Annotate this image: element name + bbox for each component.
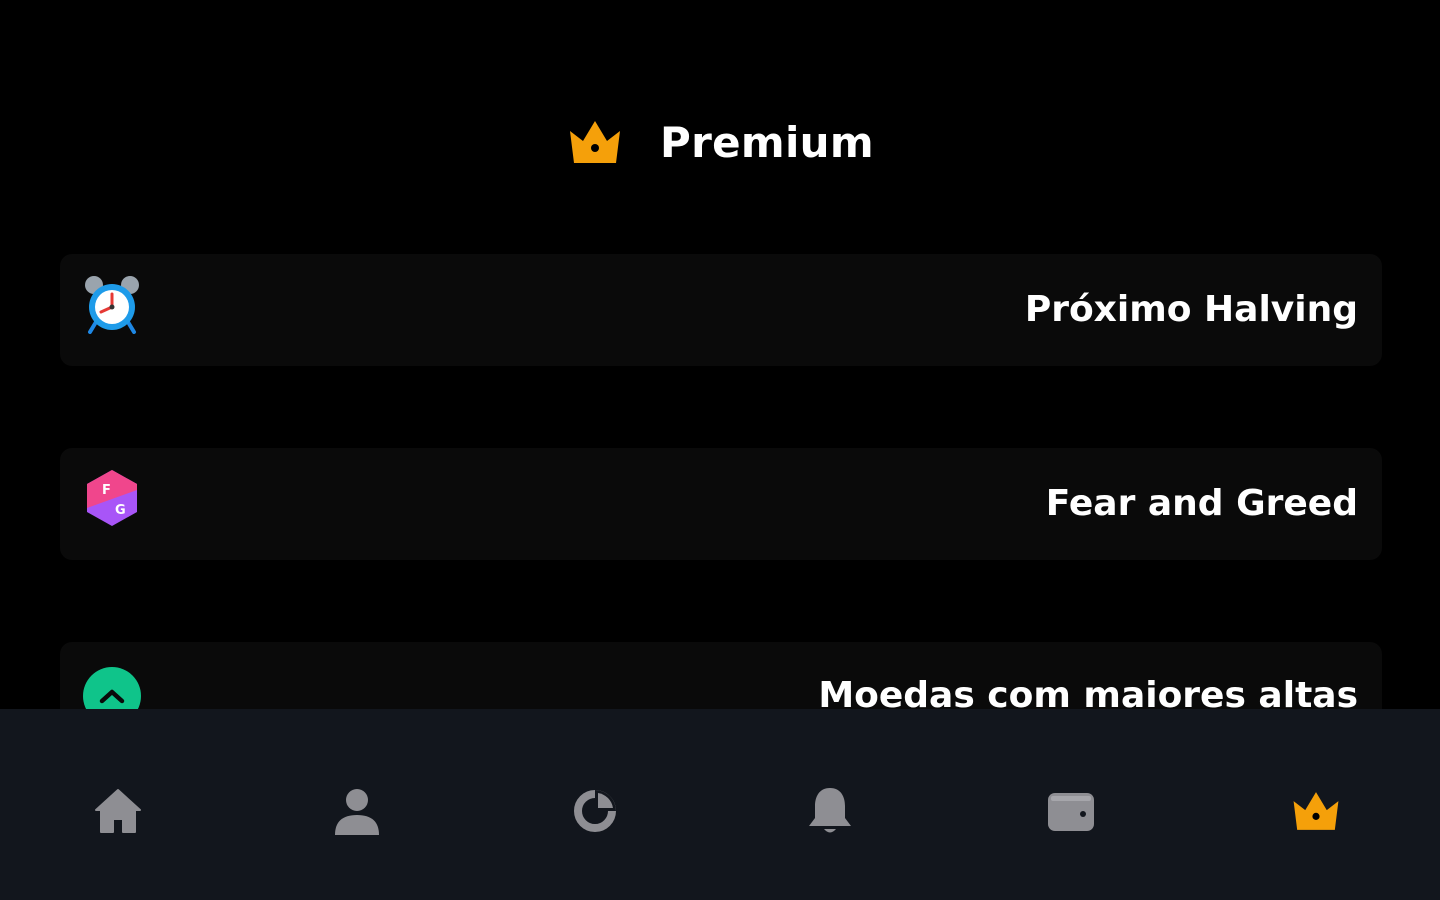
tab-alerts[interactable] [800, 781, 860, 841]
menu-item-label: Próximo Halving [1024, 289, 1358, 330]
fear-greed-icon: F G [87, 470, 137, 526]
user-icon [335, 789, 379, 835]
home-icon [95, 789, 141, 833]
bell-icon [809, 788, 851, 833]
tab-home[interactable] [88, 781, 148, 841]
page-header: Premium [0, 104, 1440, 180]
svg-text:G: G [115, 503, 126, 518]
tab-profile[interactable] [327, 781, 387, 841]
tab-wallet[interactable] [1041, 781, 1101, 841]
menu-item-fear-and-greed[interactable]: F G Fear and Greed [60, 448, 1382, 560]
tab-premium[interactable] [1286, 781, 1346, 841]
crown-icon [1293, 792, 1339, 830]
menu-item-label: Fear and Greed [1045, 483, 1358, 524]
svg-text:F: F [102, 483, 111, 498]
tab-portfolio[interactable] [565, 781, 625, 841]
wallet-icon [1048, 793, 1094, 831]
bottom-tab-bar [0, 709, 1440, 900]
alarm-clock-icon [85, 276, 139, 334]
menu-item-proximo-halving[interactable]: Próximo Halving [60, 254, 1382, 366]
crown-icon [570, 121, 621, 163]
page-title: Premium [660, 117, 874, 167]
pie-chart-icon [574, 790, 616, 832]
